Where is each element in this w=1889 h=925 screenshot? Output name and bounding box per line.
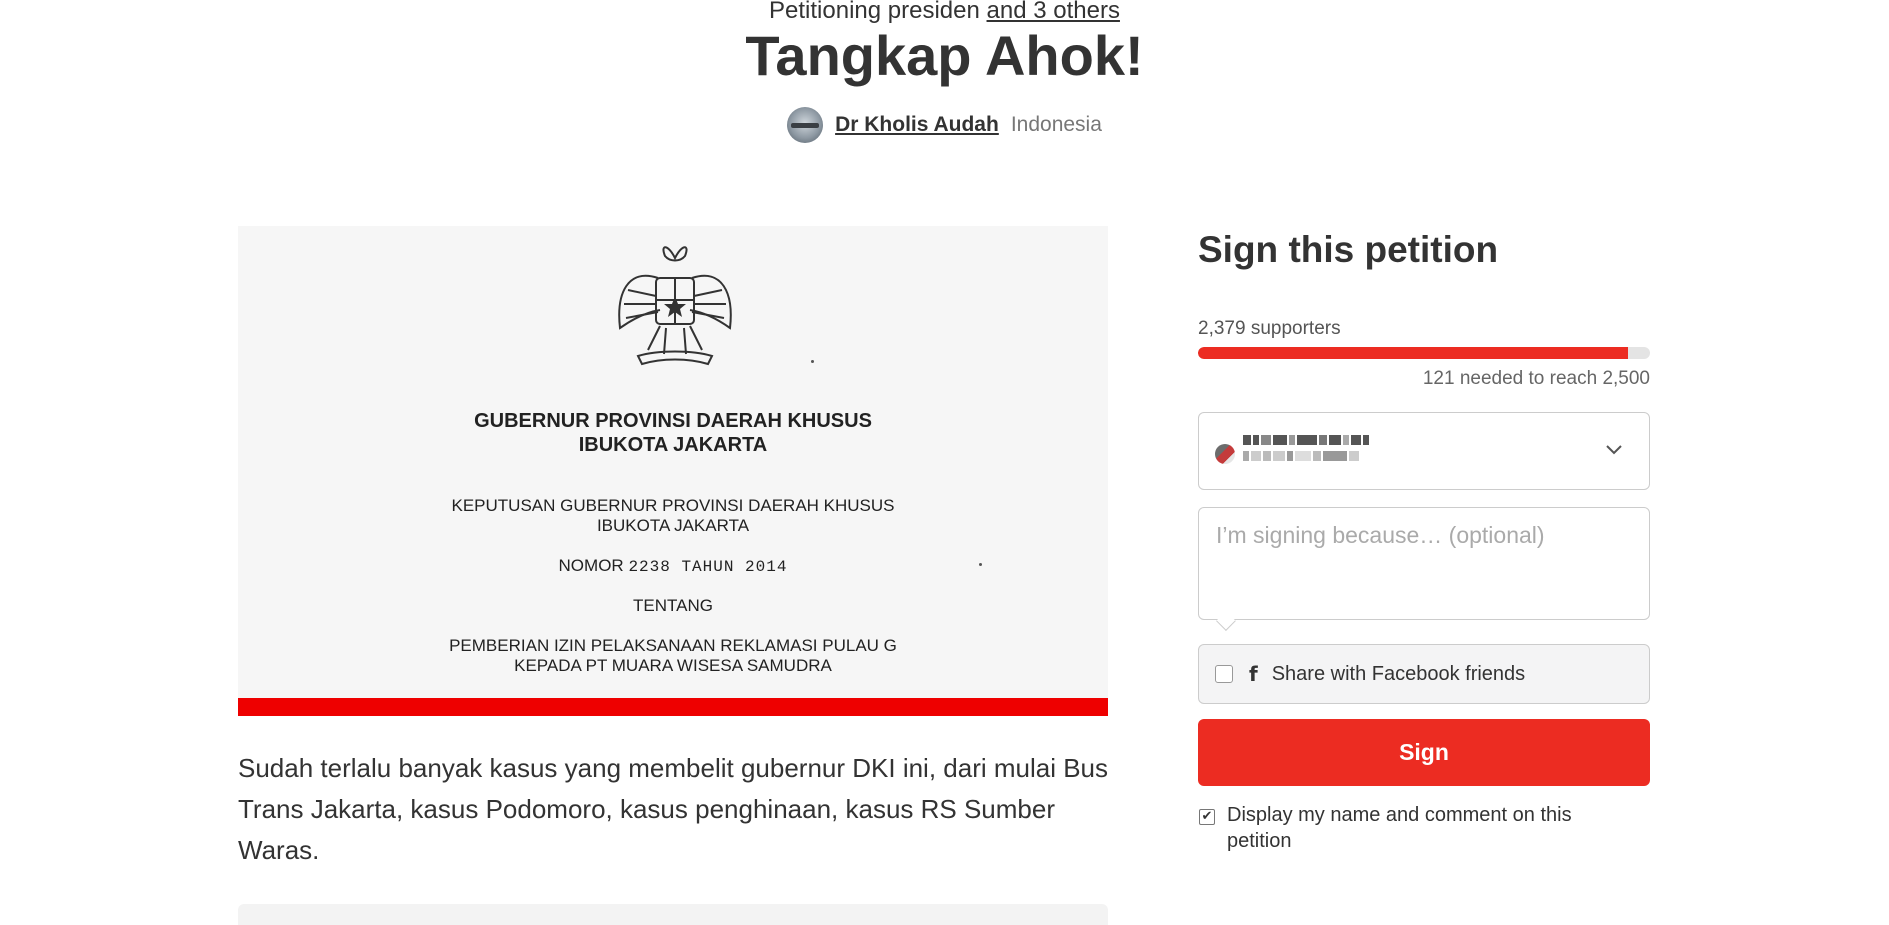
petitioning-prefix: Petitioning presiden <box>769 0 980 24</box>
sign-title: Sign this petition <box>1198 229 1499 270</box>
doc-nomor-label: NOMOR <box>558 556 624 575</box>
garuda-emblem-icon <box>618 246 732 366</box>
doc-subject-line1: PEMBERIAN IZIN PELAKSANAAN REKLAMASI PUL… <box>449 636 897 655</box>
flag-icon <box>1215 444 1235 464</box>
petition-image: GUBERNUR PROVINSI DAERAH KHUSUS IBUKOTA … <box>238 226 1108 716</box>
comment-textarea[interactable] <box>1198 507 1650 620</box>
display-name-option[interactable]: ✔ Display my name and comment on this pe… <box>1198 802 1650 854</box>
display-name-checkbox[interactable]: ✔ <box>1199 809 1215 825</box>
page-title: Tangkap Ahok! <box>745 24 1144 87</box>
display-name-label: Display my name and comment on this peti… <box>1227 804 1572 852</box>
supporters-count: 2,379 supporters <box>1198 318 1341 339</box>
redacted-email <box>1243 451 1361 461</box>
sign-button[interactable]: Sign <box>1198 719 1650 786</box>
doc-decree-line2: IBUKOTA JAKARTA <box>596 516 750 535</box>
doc-tentang: TENTANG <box>633 596 713 615</box>
doc-nomor-value: 2238 TAHUN 2014 <box>628 558 788 576</box>
doc-decree-line1: KEPUTUSAN GUBERNUR PROVINSI DAERAH KHUSU… <box>451 496 895 515</box>
image-accent-bar <box>238 698 1108 716</box>
petitioning-line: Petitioning presiden and 3 others <box>0 0 1889 25</box>
supporters-progress-bar <box>1198 347 1650 359</box>
facebook-share-option[interactable]: f Share with Facebook friends <box>1198 644 1650 704</box>
doc-heading-line1: GUBERNUR PROVINSI DAERAH KHUSUS <box>474 410 872 432</box>
doc-heading-line2: IBUKOTA JAKARTA <box>578 434 768 456</box>
signer-account-select[interactable] <box>1198 412 1650 490</box>
chevron-down-icon <box>1606 445 1622 455</box>
petitioning-others-link[interactable]: and 3 others <box>987 0 1120 24</box>
facebook-share-checkbox[interactable] <box>1215 665 1233 683</box>
author-row: Dr Kholis Audah Indonesia <box>0 107 1889 143</box>
petition-description: Sudah terlalu banyak kasus yang membelit… <box>238 753 1109 865</box>
author-country: Indonesia <box>1010 113 1102 136</box>
doc-nomor: NOMOR 2238 TAHUN 2014 <box>238 556 1108 577</box>
doc-subject-line2: KEPADA PT MUARA WISESA SAMUDRA <box>514 656 832 675</box>
facebook-icon: f <box>1249 662 1258 686</box>
progress-fill <box>1198 347 1629 359</box>
redacted-name <box>1243 435 1371 445</box>
next-section-card <box>238 904 1108 925</box>
avatar[interactable] <box>787 107 824 143</box>
facebook-share-label: Share with Facebook friends <box>1271 662 1526 685</box>
author-name-link[interactable]: Dr Kholis Audah <box>835 113 999 137</box>
progress-caption: 121 needed to reach 2,500 <box>1422 368 1650 389</box>
